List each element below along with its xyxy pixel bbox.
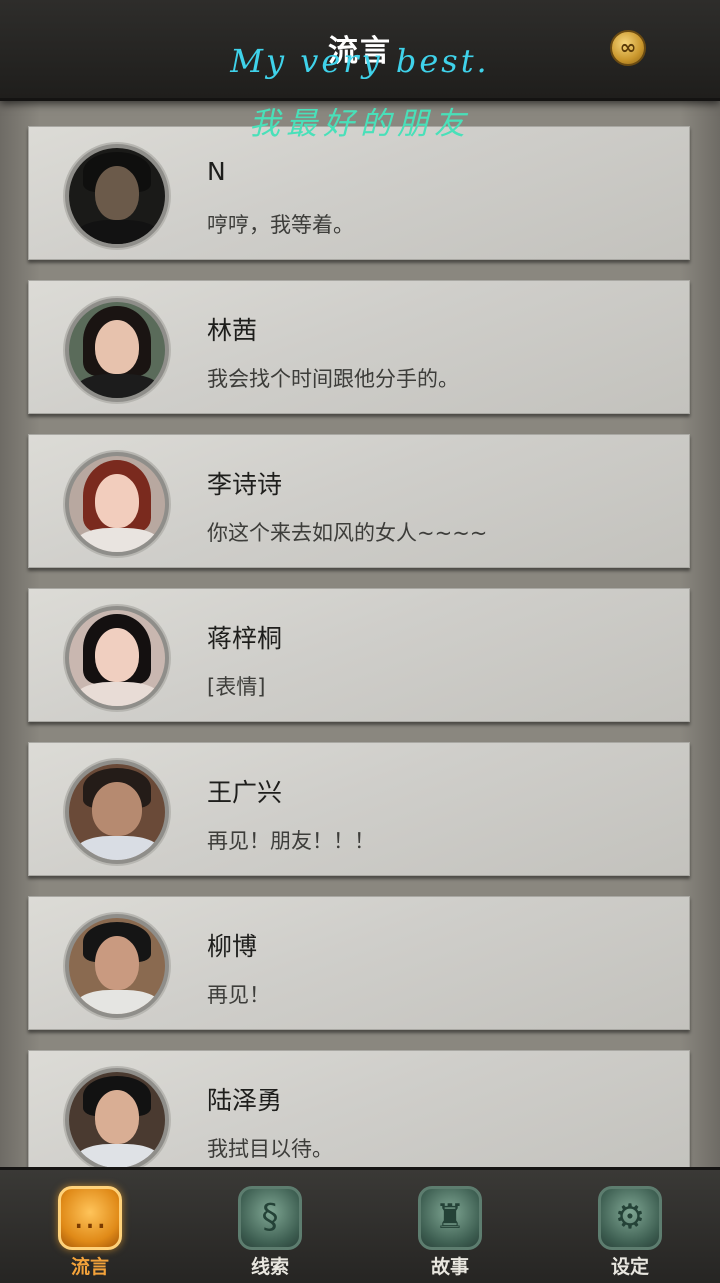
contact-name: 柳博 <box>207 932 258 961</box>
last-message: 我拭目以待。 <box>207 1137 333 1161</box>
castle-icon[interactable]: ♜ <box>418 1186 482 1250</box>
avatar <box>65 1068 169 1167</box>
last-message: 哼哼，我等着。 <box>207 213 354 237</box>
list-item[interactable]: 林茜 我会找个时间跟他分手的。 <box>28 280 690 414</box>
avatar <box>65 914 169 1018</box>
tab-story[interactable]: ♜ 故事 <box>360 1170 540 1283</box>
list-item[interactable]: 陆泽勇 我拭目以待。 <box>28 1050 690 1167</box>
contact-name: N <box>207 157 226 186</box>
bottom-nav: … 流言 § 线索 ♜ 故事 ⚙ 设定 <box>0 1167 720 1283</box>
list-item[interactable]: N 哼哼，我等着。 <box>28 126 690 260</box>
contact-name: 李诗诗 <box>207 470 283 499</box>
contact-name: 林茜 <box>207 316 258 345</box>
gear-icon[interactable]: ⚙ <box>598 1186 662 1250</box>
contact-name: 陆泽勇 <box>207 1086 283 1115</box>
tab-label: 故事 <box>430 1256 469 1278</box>
last-message: 再见！ <box>207 983 270 1007</box>
avatar <box>65 606 169 710</box>
watermark-english: My very best. <box>230 42 490 80</box>
tab-label: 设定 <box>610 1256 649 1278</box>
list-item[interactable]: 王广兴 再见！朋友！！！ <box>28 742 690 876</box>
tab-label: 流言 <box>70 1256 109 1278</box>
tab-clues[interactable]: § 线索 <box>180 1170 360 1283</box>
watermark-chinese: 我最好的朋友 <box>249 106 471 142</box>
tab-label: 线索 <box>250 1256 289 1278</box>
chat-bubble-icon[interactable]: … <box>58 1186 122 1250</box>
tab-rumors[interactable]: … 流言 <box>0 1170 180 1283</box>
last-message: 我会找个时间跟他分手的。 <box>207 367 459 391</box>
avatar <box>65 452 169 556</box>
tab-settings[interactable]: ⚙ 设定 <box>540 1170 720 1283</box>
list-item[interactable]: 柳博 再见！ <box>28 896 690 1030</box>
avatar <box>65 760 169 864</box>
contact-name: 王广兴 <box>207 778 283 807</box>
scroll-icon[interactable]: § <box>238 1186 302 1250</box>
rumor-list[interactable]: N 哼哼，我等着。 林茜 我会找个时间跟他分手的。 李诗诗 你这个来去如风的女人… <box>0 101 720 1167</box>
last-message: 你这个来去如风的女人~~~~ <box>207 521 488 545</box>
list-item[interactable]: 李诗诗 你这个来去如风的女人~~~~ <box>28 434 690 568</box>
list-item[interactable]: 蒋梓桐 [表情] <box>28 588 690 722</box>
last-message: [表情] <box>207 675 266 699</box>
last-message: 再见！朋友！！！ <box>207 829 375 853</box>
contact-name: 蒋梓桐 <box>207 624 283 653</box>
avatar <box>65 298 169 402</box>
avatar <box>65 144 169 248</box>
